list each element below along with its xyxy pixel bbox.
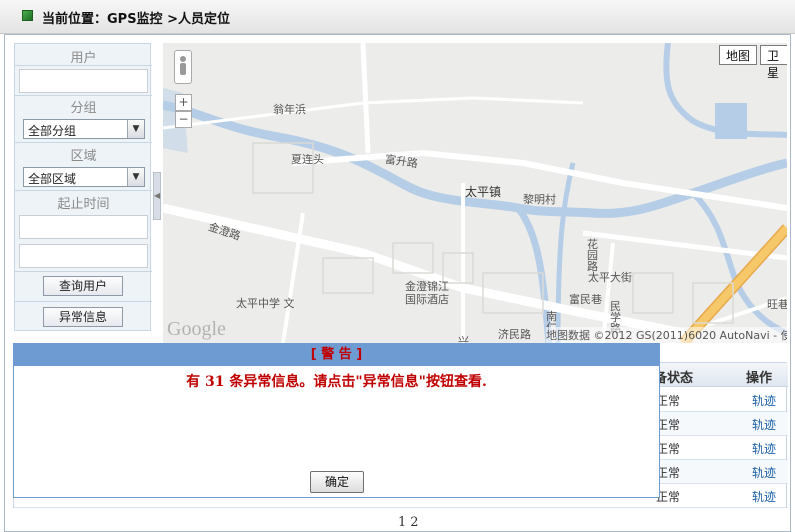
- track-link[interactable]: 轨迹: [752, 440, 776, 457]
- zoom-out-button[interactable]: −: [175, 111, 192, 128]
- map-view[interactable]: 翁年浜 夏连头 富升路 太平镇 黎明村 金澄路 花园路 太平大街 金澄锦江国际酒…: [163, 43, 787, 343]
- collapse-sidebar-handle[interactable]: ◀: [153, 172, 161, 220]
- street-view-pegman-icon[interactable]: [174, 50, 192, 84]
- query-user-button[interactable]: 查询用户: [43, 276, 123, 296]
- map-label: 金澄锦江国际酒店: [405, 280, 449, 306]
- map-label: 兴: [458, 335, 469, 343]
- map-label: 太平大街: [588, 271, 632, 284]
- chevron-down-icon[interactable]: ▼: [127, 168, 144, 186]
- map-label: 花园路: [587, 238, 598, 273]
- dialog-title: [ 警 告 ]: [14, 344, 659, 366]
- map-label: 太平镇: [465, 185, 502, 199]
- map-type-map-button[interactable]: 地图: [719, 45, 758, 65]
- time-range-label: 起止时间: [57, 197, 110, 212]
- map-label: 翁年浜: [273, 103, 306, 116]
- start-time-input[interactable]: [19, 215, 148, 239]
- ok-button[interactable]: 确定: [310, 471, 364, 493]
- map-label: 太平中学 文: [236, 297, 295, 310]
- map-label: 济民路: [498, 328, 531, 341]
- map-copyright: 地图数据 ©2012 GS(2011)6020 AutoNavi - 使用条: [546, 327, 787, 343]
- alert-info-button[interactable]: 异常信息: [43, 307, 123, 327]
- chevron-down-icon[interactable]: ▼: [127, 120, 144, 138]
- track-link[interactable]: 轨迹: [752, 392, 776, 409]
- zoom-in-button[interactable]: +: [175, 94, 192, 111]
- area-select[interactable]: 全部区域 ▼: [23, 167, 145, 187]
- track-link[interactable]: 轨迹: [752, 464, 776, 481]
- user-label: 用户: [70, 51, 97, 66]
- warning-dialog: [ 警 告 ] 有 31 条异常信息。请点击"异常信息"按钮查看. 确定: [13, 343, 660, 498]
- location-icon: [22, 10, 33, 21]
- track-link[interactable]: 轨迹: [752, 416, 776, 433]
- group-select[interactable]: 全部分组 ▼: [23, 119, 145, 139]
- map-label: 富民巷: [569, 293, 602, 306]
- dialog-message: 有 31 条异常信息。请点击"异常信息"按钮查看.: [186, 374, 487, 390]
- breadcrumb: 当前位置：GPS监控 >人员定位: [42, 12, 230, 27]
- user-input[interactable]: [19, 69, 148, 93]
- area-label: 区域: [70, 149, 97, 164]
- end-time-input[interactable]: [19, 244, 148, 268]
- map-label: 夏连头: [291, 153, 324, 166]
- column-header-action: 操作: [746, 371, 773, 386]
- track-link[interactable]: 轨迹: [752, 488, 776, 505]
- group-label: 分组: [70, 101, 97, 116]
- header-bar: 当前位置：GPS监控 >人员定位: [0, 0, 795, 34]
- search-panel: 用户 分组 全部分组 ▼ 区域 全部区域 ▼ 起止时间 查询用户 异常信息: [14, 43, 152, 331]
- pagination: 12: [398, 515, 423, 530]
- map-type-satellite-button[interactable]: 卫星: [760, 45, 787, 80]
- map-label: 黎明村: [523, 193, 556, 206]
- page-link[interactable]: 2: [410, 515, 418, 530]
- page-link[interactable]: 1: [398, 515, 406, 530]
- map-label: 旺巷: [767, 298, 787, 311]
- google-logo: Google: [167, 318, 226, 340]
